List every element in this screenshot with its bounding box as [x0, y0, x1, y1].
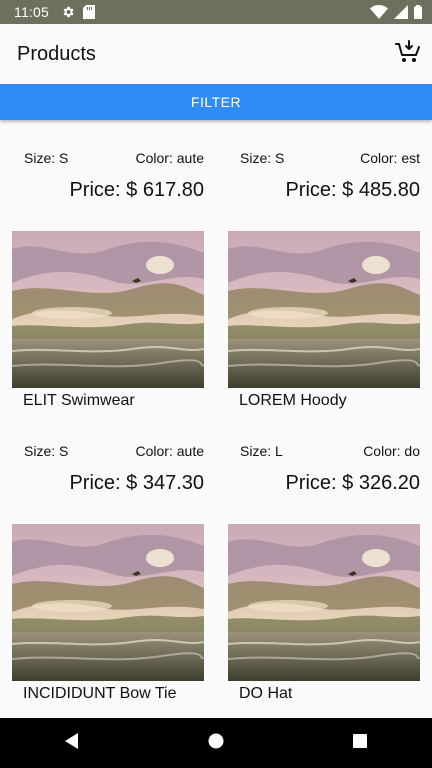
battery-icon — [414, 5, 422, 19]
product-image[interactable] — [12, 231, 204, 388]
product-card[interactable]: Size: S Color: est Price: $ 485.80 LOREM… — [216, 120, 432, 413]
product-price: Price: $ 347.30 — [69, 472, 204, 494]
page-title: Products — [17, 42, 96, 65]
product-meta: Size: L Color: do — [224, 443, 424, 459]
status-bar: 11:05 — [0, 0, 432, 24]
sd-card-icon — [83, 5, 95, 19]
product-price: Price: $ 617.80 — [69, 179, 204, 201]
status-system-icons — [370, 5, 422, 19]
product-name: INCIDIDUNT Bow Tie — [23, 685, 177, 702]
cart-download-icon — [395, 39, 421, 70]
home-button[interactable] — [196, 723, 236, 763]
product-card[interactable]: Size: L Color: do Price: $ 326.20 DO Hat — [216, 413, 432, 706]
recents-button[interactable] — [340, 723, 380, 763]
product-color: Color: est — [360, 150, 420, 166]
signal-icon — [394, 5, 408, 19]
filter-button[interactable]: FILTER — [0, 84, 432, 120]
back-icon — [64, 732, 80, 755]
product-meta: Size: S Color: est — [224, 150, 424, 166]
product-size: Size: S — [24, 443, 69, 459]
product-card[interactable]: Size: S Color: aute Price: $ 617.80 ELIT… — [0, 120, 216, 413]
product-image[interactable] — [12, 524, 204, 681]
product-color: Color: do — [363, 443, 420, 459]
product-image[interactable] — [228, 231, 420, 388]
wifi-icon — [370, 5, 388, 19]
app-bar: Products — [0, 24, 432, 84]
product-meta: Size: S Color: aute — [8, 150, 208, 166]
product-price: Price: $ 326.20 — [285, 472, 420, 494]
status-notification-icons — [61, 5, 95, 19]
system-nav-bar — [0, 718, 432, 768]
gear-icon — [61, 5, 75, 19]
cart-button[interactable] — [394, 39, 422, 70]
product-name: LOREM Hoody — [239, 392, 347, 409]
status-time: 11:05 — [14, 4, 49, 20]
home-icon — [208, 733, 224, 754]
product-color: Color: aute — [135, 443, 204, 459]
product-name: DO Hat — [239, 685, 293, 702]
product-size: Size: S — [240, 150, 285, 166]
product-grid: Size: S Color: aute Price: $ 617.80 ELIT… — [0, 120, 432, 718]
product-size: Size: S — [24, 150, 69, 166]
product-name: ELIT Swimwear — [23, 392, 135, 409]
product-meta: Size: S Color: aute — [8, 443, 208, 459]
product-color: Color: aute — [135, 150, 204, 166]
recents-icon — [352, 733, 368, 754]
product-size: Size: L — [240, 443, 283, 459]
product-price: Price: $ 485.80 — [285, 179, 420, 201]
back-button[interactable] — [52, 723, 92, 763]
product-image[interactable] — [228, 524, 420, 681]
product-card[interactable]: Size: S Color: aute Price: $ 347.30 INCI… — [0, 413, 216, 706]
